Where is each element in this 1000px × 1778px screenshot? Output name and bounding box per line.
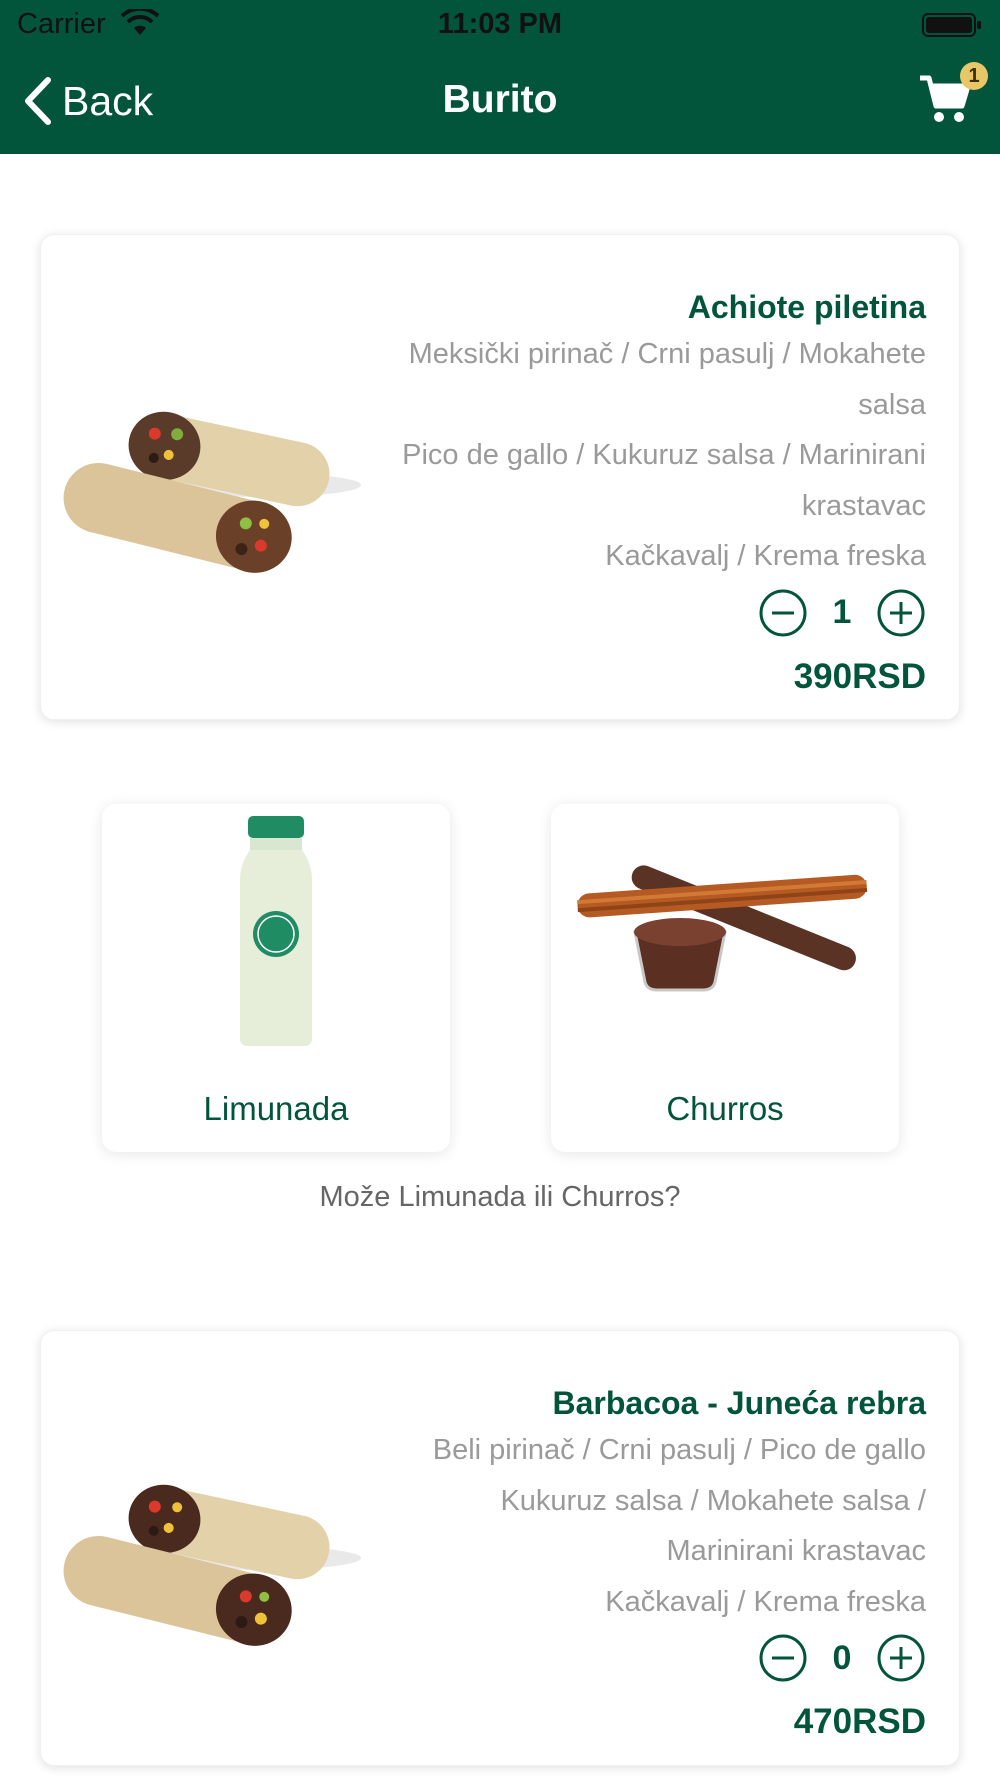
description-line: salsa [858, 388, 926, 421]
decrease-quantity-button[interactable] [758, 588, 808, 638]
nav-bar: Back Burito 1 [0, 50, 1000, 154]
description-line: Kačkavalj / Krema freska [605, 1585, 926, 1618]
decrease-quantity-button[interactable] [758, 1633, 808, 1683]
description-line: Beli pirinač / Crni pasulj / Pico de gal… [432, 1434, 926, 1466]
suggestion-question: Može Limunada ili Churros? [319, 1181, 681, 1213]
plus-circle-icon [877, 589, 925, 636]
suggestion-label: Churros [666, 1090, 784, 1127]
product-price: 390RSD [793, 656, 926, 696]
description-line: Kukuruz salsa / Mokahete salsa / [500, 1484, 926, 1517]
product-price: 470RSD [793, 1702, 926, 1741]
description-line: krastavac [801, 489, 926, 522]
battery-icon [922, 13, 981, 37]
description-line: Kačkavalj / Krema freska [605, 540, 926, 572]
lemonade-bottle-image [240, 816, 312, 1046]
increase-quantity-button[interactable] [876, 1633, 926, 1683]
burrito-image [63, 411, 361, 573]
quantity-stepper: 0 [366, 1629, 926, 1687]
description-line: Marinirani krastavac [666, 1535, 926, 1567]
product-name: Achiote piletina [687, 289, 926, 325]
product-card[interactable]: Barbacoa - Juneća rebra Beli pirinač / C… [40, 1330, 960, 1766]
minus-circle-icon [759, 1634, 807, 1682]
churros-image [577, 865, 868, 992]
status-time: 11:03 PM [437, 8, 563, 40]
plus-circle-icon [877, 1634, 925, 1682]
description-line: Pico de gallo / Kukuruz salsa / Marinira… [402, 439, 926, 471]
minus-circle-icon [759, 589, 807, 636]
increase-quantity-button[interactable] [876, 588, 926, 638]
quantity-value: 0 [832, 1638, 852, 1677]
quantity-stepper: 1 [366, 584, 926, 642]
suggestion-churros[interactable]: Churros [551, 804, 899, 1152]
product-name: Barbacoa - Juneća rebra [552, 1385, 927, 1421]
suggestion-limunada[interactable]: Limunada [102, 804, 450, 1152]
product-card[interactable]: Achiote piletina Meksički pirinač / Crni… [40, 234, 960, 720]
description-line: Meksički pirinač / Crni pasulj / Mokahet… [408, 338, 926, 370]
product-info: Achiote piletina Meksički pirinač / Crni… [366, 285, 926, 712]
suggestion-label: Limunada [203, 1090, 349, 1127]
product-info: Barbacoa - Juneća rebra Beli pirinač / C… [366, 1381, 926, 1757]
status-bar: Carrier 11:03 PM [0, 0, 1000, 50]
burrito-image [63, 1484, 361, 1646]
page-title: Burito [442, 78, 558, 121]
top-bar: Carrier 11:03 PM Back Burito 1 [0, 0, 1000, 154]
cart-count-badge: 1 [960, 62, 988, 90]
quantity-value: 1 [832, 593, 852, 631]
